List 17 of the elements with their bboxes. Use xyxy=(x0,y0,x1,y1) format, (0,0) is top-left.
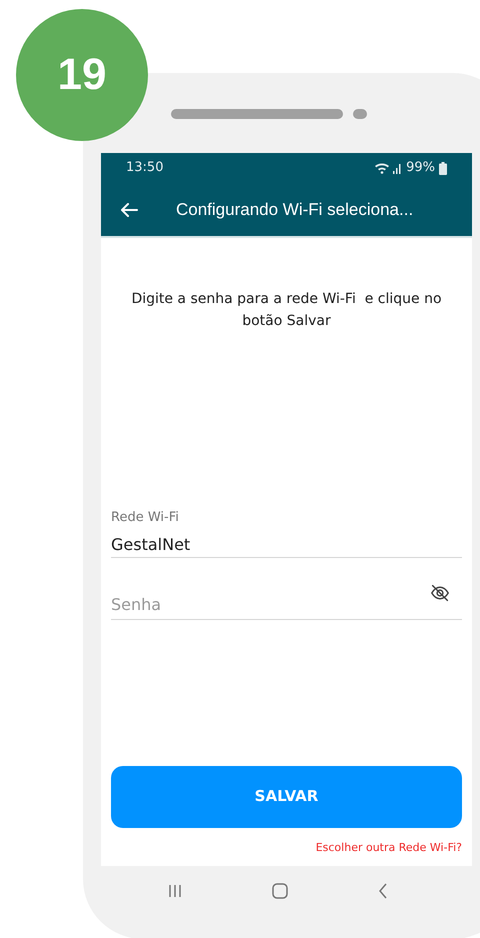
other-network-link[interactable]: Escolher outra Rede Wi-Fi? xyxy=(316,840,462,856)
step-badge: 19 xyxy=(16,9,148,141)
home-icon[interactable] xyxy=(272,883,288,899)
app-bar-title: Configurando Wi-Fi seleciona... xyxy=(176,198,414,221)
back-icon[interactable] xyxy=(378,883,388,899)
input-field[interactable]: GestalNet xyxy=(111,532,462,558)
eye-off-icon[interactable] xyxy=(430,584,450,602)
wifi-signal-icon xyxy=(374,162,402,174)
back-arrow-icon[interactable] xyxy=(120,202,138,218)
status-time: 13:50 xyxy=(126,159,164,178)
recent-apps-icon[interactable] xyxy=(168,884,182,898)
password-field[interactable]: Senha xyxy=(111,578,462,620)
field-label: Rede Wi-Fi xyxy=(111,509,180,527)
save-button[interactable]: SALVAR xyxy=(111,766,462,828)
battery-percent: 99% xyxy=(406,159,435,178)
battery-icon xyxy=(439,162,447,174)
instruction-text: Digite a senha para a rede Wi-Fi e clique no botão Salvar xyxy=(130,290,443,331)
